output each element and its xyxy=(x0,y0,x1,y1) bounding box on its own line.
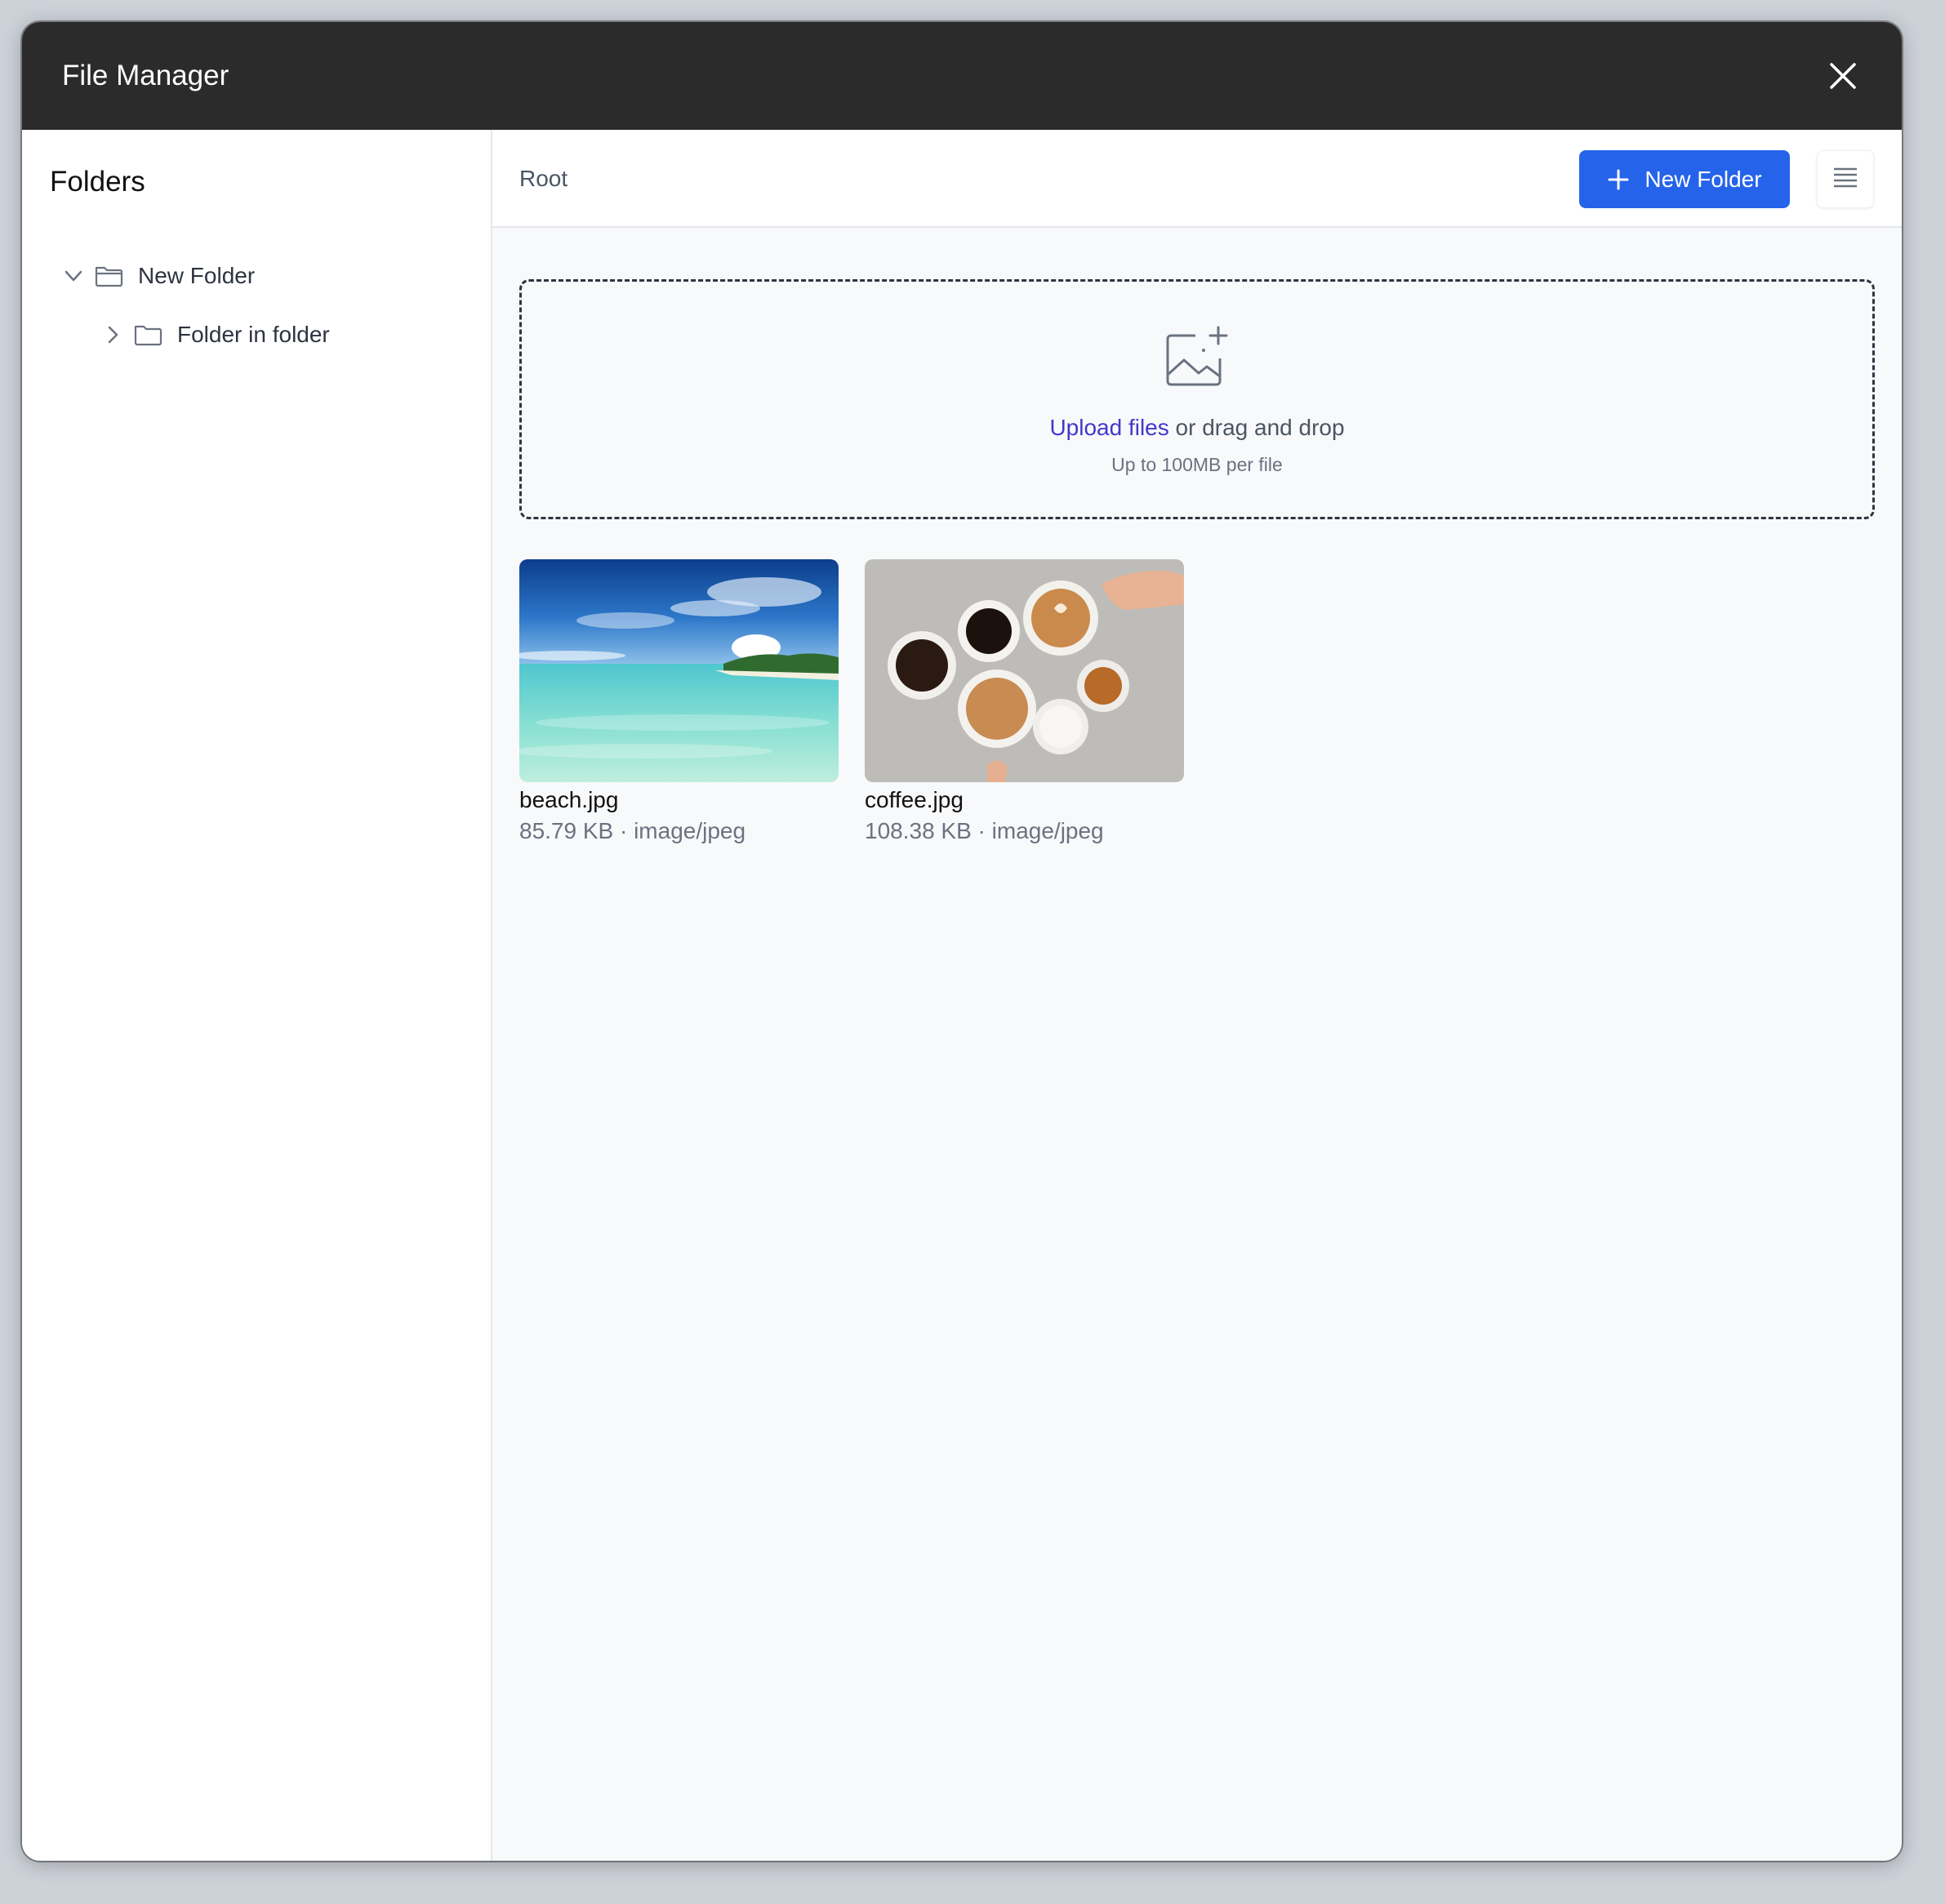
plus-icon xyxy=(1607,168,1630,191)
file-name: coffee.jpg xyxy=(865,787,964,812)
upload-dropzone[interactable]: Upload files or drag and drop Up to 100M… xyxy=(519,279,1875,519)
upload-size-hint: Up to 100MB per file xyxy=(1111,454,1283,475)
title-bar: File Manager xyxy=(22,22,1902,130)
file-name: beach.jpg xyxy=(519,787,619,812)
folder-icon xyxy=(133,323,162,347)
tree-item-label: New Folder xyxy=(138,263,256,288)
list-view-icon xyxy=(1832,167,1858,192)
folder-sidebar: Folders New Folder Folder in folder xyxy=(22,130,492,1861)
upload-files-link[interactable]: Upload files xyxy=(1049,415,1168,440)
tree-item-label: Folder in folder xyxy=(177,322,330,347)
file-manager-modal: File Manager Folders New Folder Folder i… xyxy=(22,22,1902,1861)
new-folder-button[interactable]: New Folder xyxy=(1579,150,1790,208)
file-meta: 108.38 KB · image/jpeg xyxy=(865,818,1104,843)
close-icon[interactable] xyxy=(1827,60,1859,92)
image-add-icon xyxy=(1163,326,1231,389)
tree-item-folder-in-folder[interactable]: Folder in folder xyxy=(100,314,330,355)
chevron-right-icon[interactable] xyxy=(100,323,125,347)
drag-drop-text: or drag and drop xyxy=(1168,415,1345,440)
file-card-coffee[interactable]: coffee.jpg 108.38 KB · image/jpeg xyxy=(865,559,1184,847)
toolbar: Root New Folder xyxy=(492,130,1902,228)
folder-open-icon xyxy=(94,264,123,288)
new-folder-label: New Folder xyxy=(1645,166,1762,192)
upload-instructions: Upload files or drag and drop xyxy=(522,415,1872,441)
sidebar-heading: Folders xyxy=(50,166,145,198)
breadcrumb[interactable]: Root xyxy=(519,130,567,228)
file-meta: 85.79 KB · image/jpeg xyxy=(519,818,746,843)
window-title: File Manager xyxy=(62,60,229,91)
coffee-thumbnail[interactable] xyxy=(865,559,1184,782)
file-card-beach[interactable]: beach.jpg 85.79 KB · image/jpeg xyxy=(519,559,839,847)
list-view-button[interactable] xyxy=(1817,150,1874,208)
beach-thumbnail[interactable] xyxy=(519,559,839,782)
chevron-down-icon[interactable] xyxy=(61,264,86,288)
tree-item-new-folder[interactable]: New Folder xyxy=(61,256,255,296)
main-panel: Root New Folder Upload files or drag and… xyxy=(492,130,1902,1861)
